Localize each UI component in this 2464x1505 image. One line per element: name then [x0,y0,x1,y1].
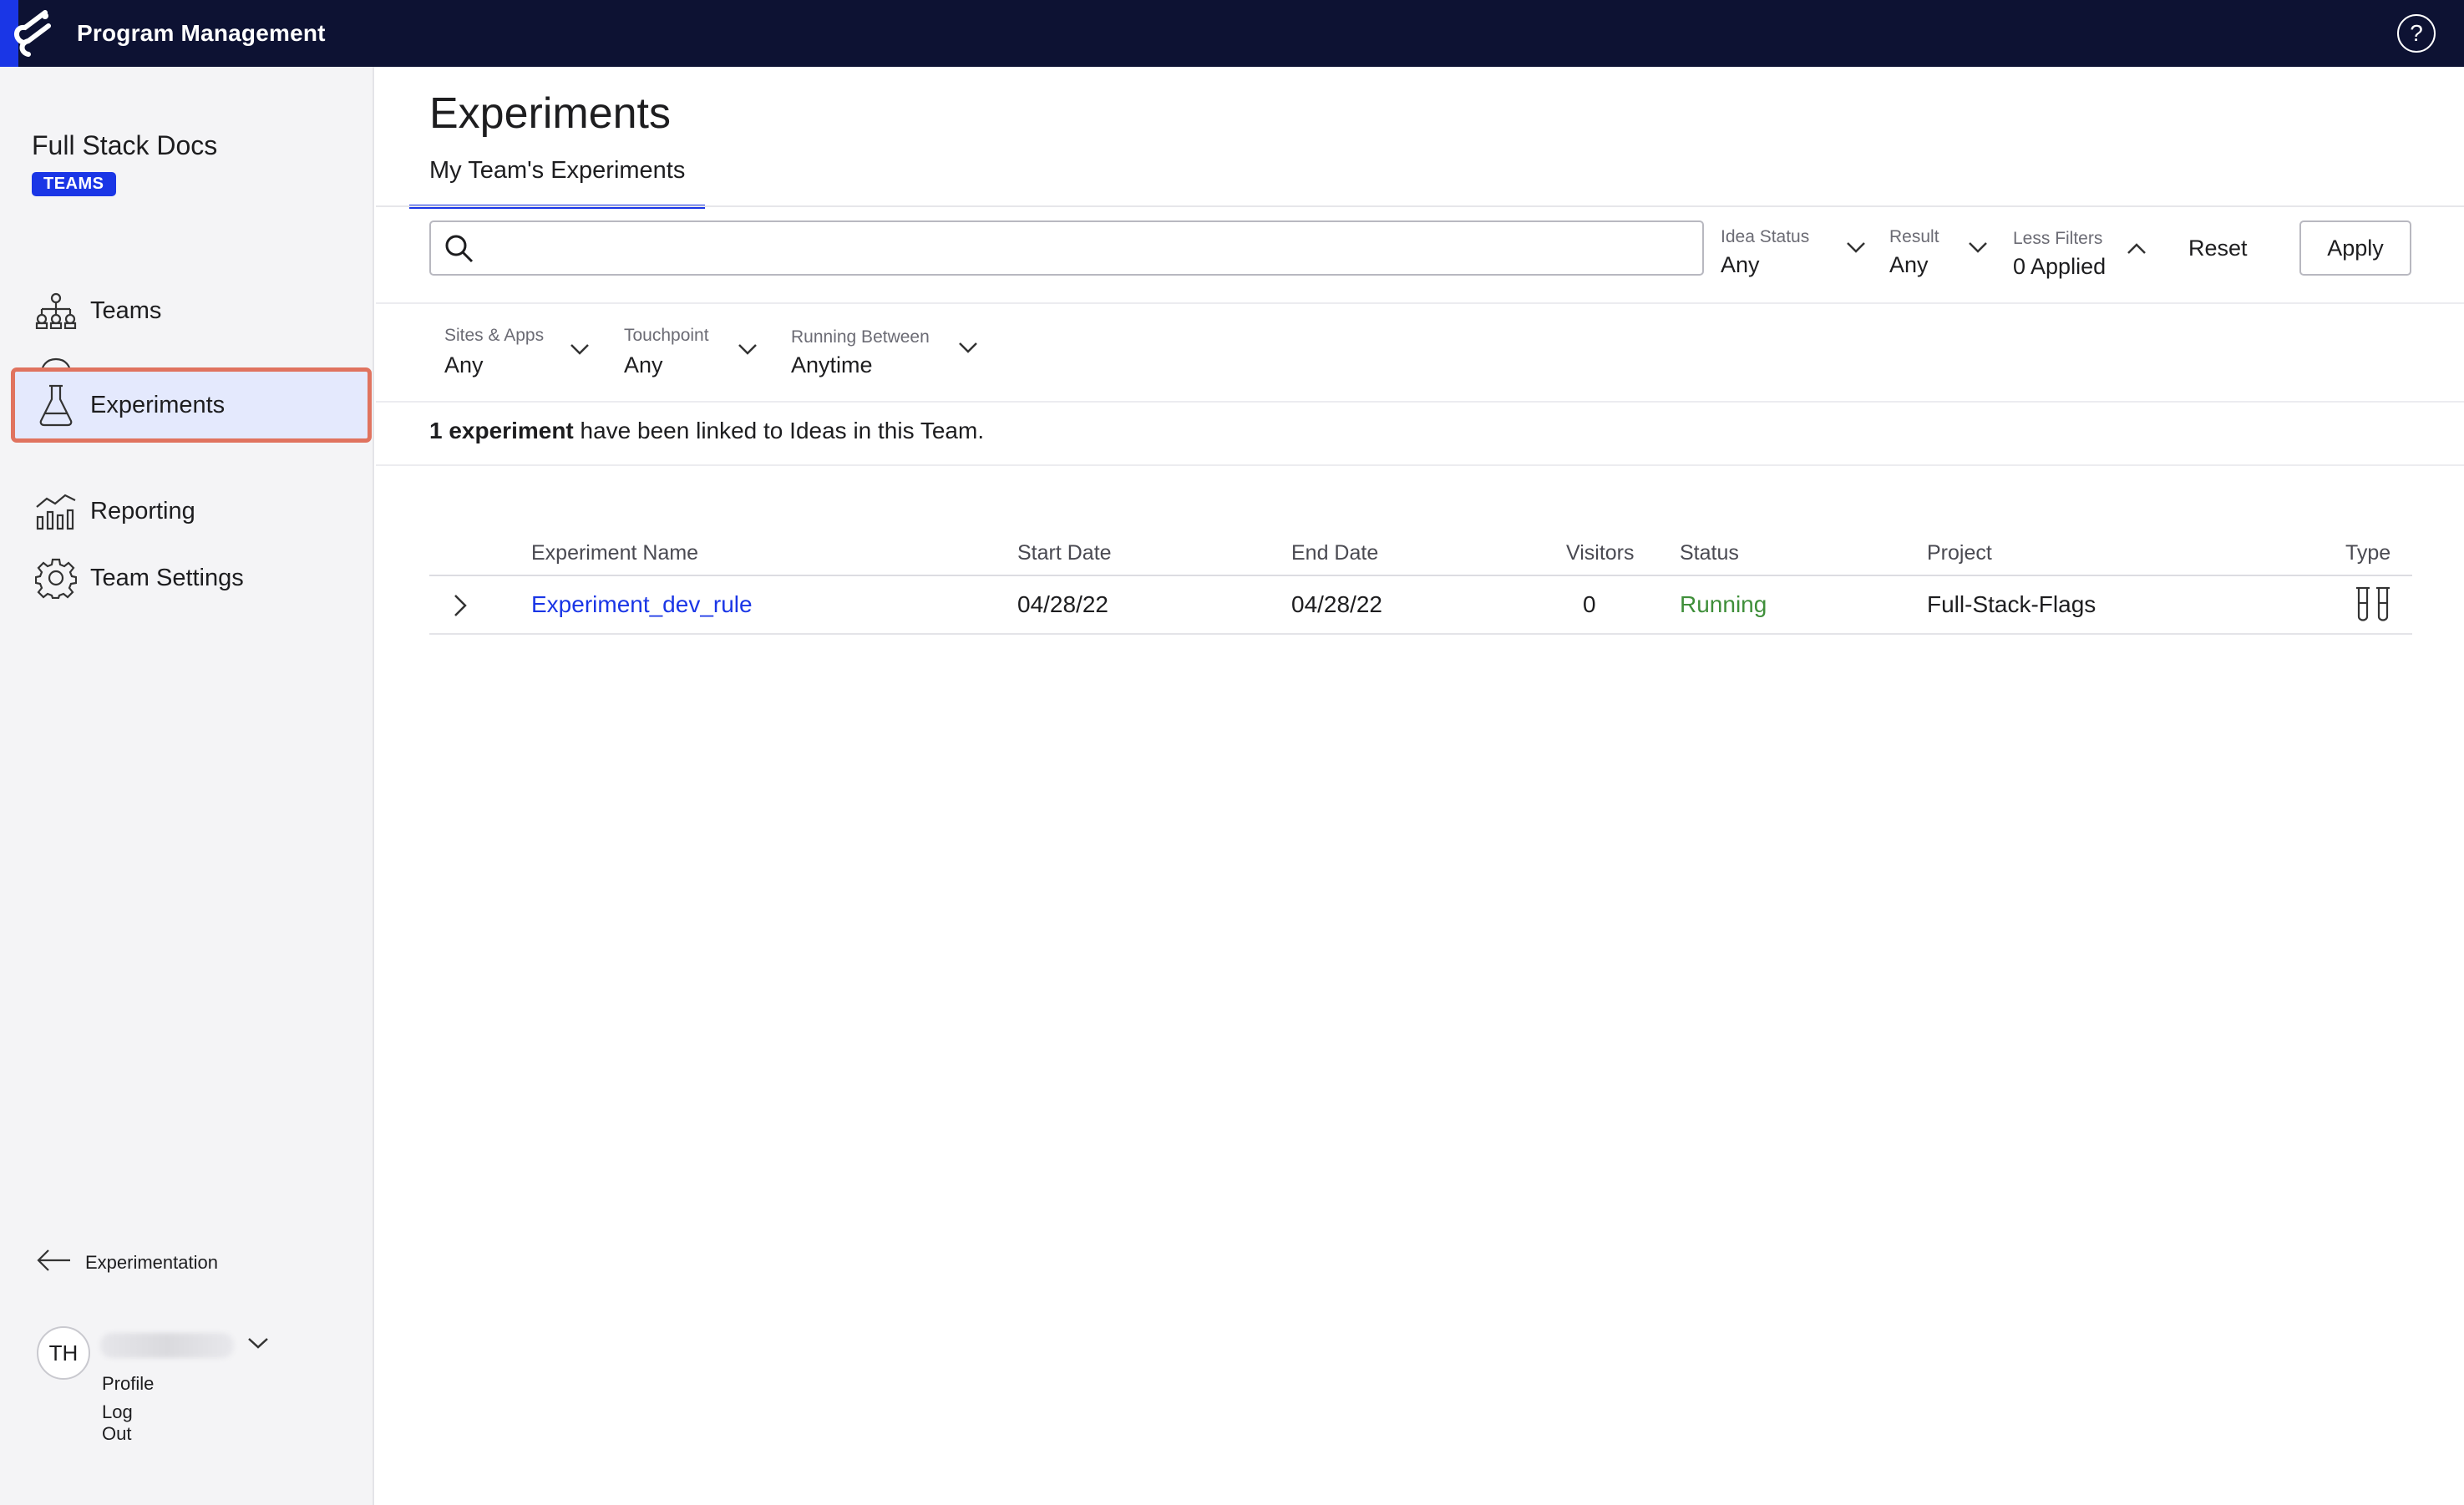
filter-touchpoint[interactable]: Touchpoint Any [624,326,766,384]
sidebar-item-label: Experiments [90,391,226,418]
chevron-down-icon [958,341,978,358]
expand-row-chevron-right-icon[interactable] [453,593,468,624]
tab-my-teams-experiments[interactable]: My Team's Experiments [409,150,706,209]
sidebar-item-label: Reporting [90,497,195,524]
arrow-left-icon [37,1248,72,1277]
chevron-down-icon [570,342,590,360]
filter-label: Less Filters [2013,229,2103,248]
sidebar-item-label: Teams [90,296,162,324]
back-link-label: Experimentation [85,1251,218,1273]
chevron-down-icon [738,342,758,360]
filter-label: Result [1889,227,1939,246]
chevron-down-icon[interactable] [247,1336,269,1354]
main-content: Experiments My Team's Experiments Idea S… [376,67,2464,1505]
top-bar: Program Management ? [0,0,2464,67]
column-header-visitors[interactable]: Visitors [1566,541,1635,565]
table-top-divider [376,464,2464,466]
tabs-divider [376,205,2464,207]
sidebar-item-team-settings[interactable]: Team Settings [15,545,368,611]
column-header-type[interactable]: Type [2345,541,2390,565]
gear-icon [33,555,79,600]
optimizely-logo-icon[interactable] [0,0,67,67]
sidebar-item-teams[interactable]: Teams [15,277,368,344]
filter-label: Sites & Apps [444,326,545,345]
filter-value: Any [444,352,484,378]
filter-running-between[interactable]: Running Between Anytime [791,327,983,386]
hierarchy-icon [33,288,79,333]
chevron-down-icon [1846,241,1866,258]
filter-label: Touchpoint [624,326,709,345]
visitors-count: 0 [1583,591,1596,617]
app-title: Program Management [77,20,326,46]
sidebar-item-reporting[interactable]: Reporting [15,478,368,545]
toggle-less-filters[interactable]: Less Filters 0 Applied [2013,229,2155,287]
back-to-experimentation-link[interactable]: Experimentation [37,1248,218,1277]
filter-label: Idea Status [1721,227,1810,246]
results-text: have been linked to Ideas in this Team. [573,418,985,443]
reset-button[interactable]: Reset [2188,220,2248,276]
status-badge: Running [1680,591,1767,617]
project-name: Full-Stack-Flags [1927,591,2096,617]
filter-value: Any [1889,252,1929,277]
filter-value: 0 Applied [2013,254,2107,279]
filter-sites-apps[interactable]: Sites & Apps Any [444,326,595,384]
table-row[interactable]: Experiment_dev_rule 04/28/22 04/28/22 0 … [429,576,2412,635]
column-header-name[interactable]: Experiment Name [531,541,698,565]
column-header-project[interactable]: Project [1927,541,1992,565]
end-date: 04/28/22 [1291,591,1382,617]
search-field[interactable] [429,220,1704,276]
sidebar-item-experiments[interactable]: Experiments [11,367,372,443]
sidebar: Full Stack Docs TEAMS Teams Ideas [0,67,374,1505]
page-title: Experiments [429,89,671,138]
filter-idea-status[interactable]: Idea Status Any [1721,227,1871,286]
flask-icon [33,383,79,428]
help-icon[interactable]: ? [2397,14,2436,53]
results-count: 1 experiment [429,418,574,443]
results-summary: 1 experiment have been linked to Ideas i… [429,418,984,444]
search-icon [443,232,476,270]
workspace-badge: TEAMS [32,172,116,196]
avatar[interactable]: TH [37,1326,90,1380]
filter-label: Running Between [791,327,930,347]
filter-value: Any [624,352,663,378]
test-tubes-icon [2352,586,2394,629]
filter-value: Any [1721,252,1760,277]
user-name-redacted [100,1333,234,1358]
experiment-name-link[interactable]: Experiment_dev_rule [531,591,753,618]
filters-bottom-divider [376,401,2464,403]
column-header-end-date[interactable]: End Date [1291,541,1378,565]
start-date: 04/28/22 [1017,591,1108,617]
logout-link[interactable]: Log Out [102,1401,133,1445]
filter-result[interactable]: Result Any [1889,227,1990,286]
workspace-name: Full Stack Docs [32,130,218,160]
chevron-up-icon [2127,242,2147,260]
search-input[interactable] [484,229,1687,267]
chevron-down-icon [1968,241,1988,258]
apply-button[interactable]: Apply [2299,220,2411,276]
sidebar-item-label: Team Settings [90,564,244,591]
profile-link[interactable]: Profile [102,1373,154,1395]
filters-divider [376,302,2464,304]
bar-chart-icon [33,489,79,534]
user-menu: TH Profile Log Out [37,1326,268,1444]
column-header-start-date[interactable]: Start Date [1017,541,1112,565]
filter-value: Anytime [791,352,873,378]
column-header-status[interactable]: Status [1680,541,1739,565]
